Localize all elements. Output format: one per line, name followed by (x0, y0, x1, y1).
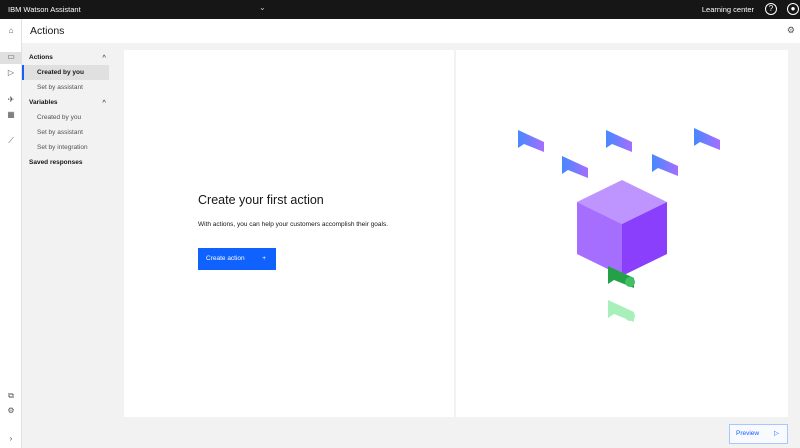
settings-icon[interactable]: ⚙ (0, 406, 22, 415)
sidebar-group-variables[interactable]: Variables ^ (22, 95, 114, 110)
left-rail: ⌂ ▭ ▷ ✈ ▦ ⟋ ⧉ ⚙ › (0, 19, 22, 448)
group-label: Variables (29, 99, 58, 106)
chevron-up-icon: ^ (102, 54, 106, 61)
preview-button[interactable]: Preview ▷ (729, 424, 788, 444)
environments-icon[interactable]: ▦ (0, 110, 22, 119)
top-bar: IBM Watson Assistant ⌄ Learning center ?… (0, 0, 800, 19)
sidebar-group-actions[interactable]: Actions ^ (22, 50, 114, 65)
expand-chevron-icon[interactable]: › (0, 434, 22, 443)
preview-play-icon[interactable]: ▷ (0, 68, 22, 77)
gear-icon[interactable]: ⚙ (787, 25, 795, 36)
button-label: Preview (736, 430, 760, 437)
sidebar-item-variables-created-by-you[interactable]: Created by you (22, 110, 114, 125)
sidebar-item-variables-set-by-integration[interactable]: Set by integration (22, 140, 114, 155)
plus-icon: + (262, 255, 266, 262)
illustration-panel (456, 50, 788, 417)
publish-icon[interactable]: ✈ (0, 95, 22, 104)
button-label: Create action (206, 255, 245, 262)
create-action-button[interactable]: Create action + (198, 248, 276, 270)
learning-center-link[interactable]: Learning center (702, 5, 754, 14)
group-label: Actions (29, 54, 53, 61)
chevron-up-icon: ^ (102, 99, 106, 106)
empty-state-description: With actions, you can help your customer… (198, 221, 389, 228)
help-icon[interactable]: ? (765, 3, 777, 15)
actions-sidebar: Actions ^ Created by you Set by assistant… (22, 50, 114, 170)
empty-state-panel: Create your first action With actions, y… (124, 50, 454, 417)
analytics-icon[interactable]: ⟋ (0, 136, 22, 146)
user-avatar-icon[interactable]: ● (787, 3, 799, 15)
home-icon[interactable]: ⌂ (0, 26, 22, 35)
page-header: Actions ⚙ (22, 19, 800, 43)
sidebar-item-variables-set-by-assistant[interactable]: Set by assistant (22, 125, 114, 140)
app-title[interactable]: IBM Watson Assistant (8, 5, 81, 14)
integrations-icon[interactable]: ⧉ (0, 391, 22, 401)
page-title: Actions (30, 25, 65, 37)
empty-state-heading: Create your first action (198, 193, 324, 207)
sidebar-item-actions-created-by-you[interactable]: Created by you (22, 65, 109, 80)
actions-icon[interactable]: ▭ (0, 52, 22, 64)
chevron-down-icon[interactable]: ⌄ (259, 3, 266, 12)
sidebar-item-saved-responses[interactable]: Saved responses (22, 155, 114, 170)
actions-illustration (518, 128, 720, 322)
sidebar-item-actions-set-by-assistant[interactable]: Set by assistant (22, 80, 114, 95)
play-icon: ▷ (774, 430, 779, 437)
